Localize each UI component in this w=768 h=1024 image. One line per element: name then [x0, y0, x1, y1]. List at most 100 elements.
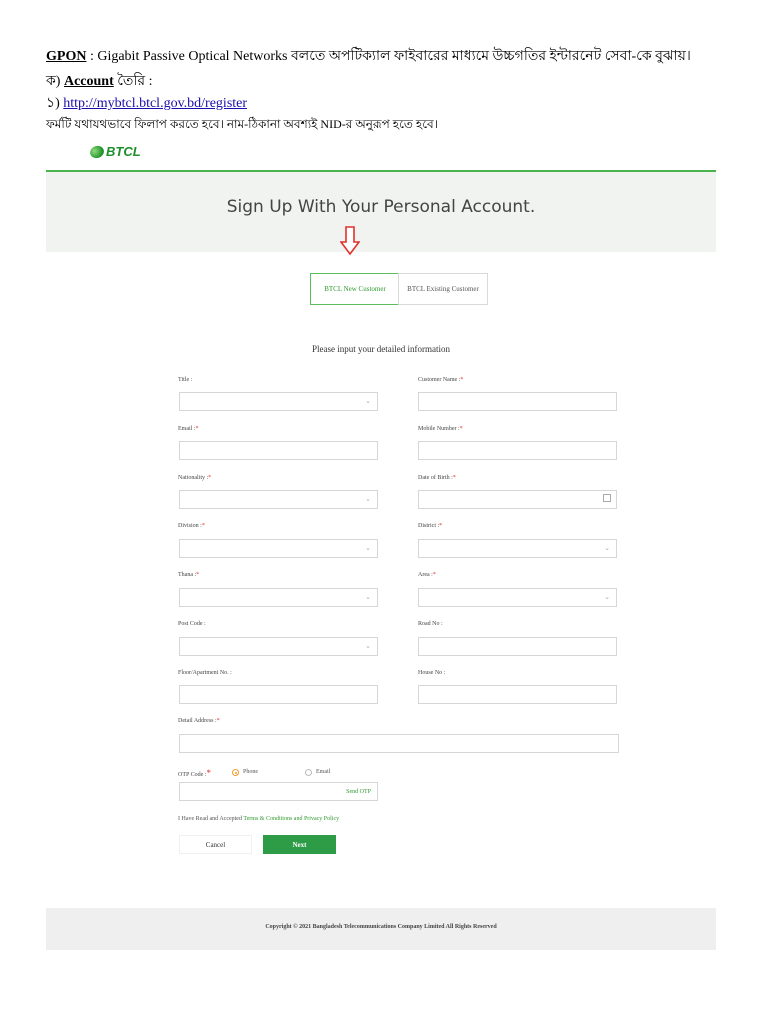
road-no-input[interactable]	[418, 637, 617, 656]
tab-existing-customer[interactable]: BTCL Existing Customer	[398, 273, 488, 305]
road-no-label: Road No :	[418, 621, 443, 627]
chevron-down-icon: ⌄	[604, 544, 610, 552]
send-otp-button[interactable]: Send OTP	[346, 789, 371, 795]
chevron-down-icon: ⌄	[365, 593, 371, 601]
register-link[interactable]: http://mybtcl.btcl.gov.bd/register	[63, 96, 247, 111]
division-label: Division :*	[178, 523, 205, 529]
chevron-down-icon: ⌄	[604, 593, 610, 601]
otp-code-label: OTP Code :*	[178, 768, 211, 778]
otp-code-label-text: OTP Code :	[178, 772, 207, 778]
mobile-label-text: Mobile Number :	[418, 426, 460, 432]
thana-label-text: Thana :	[178, 572, 197, 578]
footer: Copyright © 2021 Bangladesh Telecommunic…	[46, 908, 716, 950]
calendar-icon[interactable]	[603, 494, 611, 502]
floor-label: Floor/Apartment No. :	[178, 670, 232, 676]
thana-select[interactable]: ⌄	[179, 588, 378, 607]
nationality-label: Nationality :*	[178, 475, 211, 481]
terms-text: I Have Read and Accepted Terms & Conditi…	[178, 816, 339, 822]
chevron-down-icon: ⌄	[365, 397, 371, 405]
chevron-down-icon: ⌄	[365, 544, 371, 552]
doc-line-gpon: GPON : Gigabit Passive Optical Networks …	[46, 44, 691, 68]
district-label-text: District :	[418, 523, 440, 529]
gpon-definition: : Gigabit Passive Optical Networks বলতে …	[86, 49, 691, 64]
customer-name-input[interactable]	[418, 392, 617, 411]
logo-globe-icon	[88, 143, 106, 160]
required-mark: *	[195, 426, 199, 432]
doc-line-register-link: ১) http://mybtcl.btcl.gov.bd/register	[46, 91, 247, 115]
otp-email-label: Email	[316, 769, 331, 775]
post-code-label: Post Code :	[178, 621, 206, 627]
signup-page-screenshot: Sign Up With Your Personal Account. BTCL…	[46, 170, 716, 952]
mobile-input[interactable]	[418, 441, 617, 460]
required-mark: *	[432, 572, 436, 578]
nationality-select[interactable]: ⌄	[179, 490, 378, 509]
chevron-down-icon: ⌄	[365, 495, 371, 503]
detail-address-label-text: Detail Address :	[178, 718, 217, 724]
form-subheading: Please input your detailed information	[312, 344, 450, 354]
down-arrow-icon	[340, 226, 360, 256]
floor-input[interactable]	[179, 685, 378, 704]
otp-input[interactable]: Send OTP	[179, 782, 378, 801]
next-button[interactable]: Next	[263, 835, 336, 854]
division-label-text: Division :	[178, 523, 202, 529]
district-label: District :*	[418, 523, 442, 529]
otp-phone-radio[interactable]	[232, 769, 239, 776]
post-code-select[interactable]: ⌄	[179, 637, 378, 656]
copyright-text: Copyright © 2021 Bangladesh Telecommunic…	[265, 924, 497, 930]
btcl-logo: BTCL	[88, 143, 141, 160]
area-select[interactable]: ⌄	[418, 588, 617, 607]
detail-address-input[interactable]	[179, 734, 619, 753]
tab-new-customer[interactable]: BTCL New Customer	[310, 273, 400, 305]
dob-label: Date of Birth :*	[418, 475, 456, 481]
house-no-input[interactable]	[418, 685, 617, 704]
signup-header: Sign Up With Your Personal Account.	[46, 172, 716, 252]
house-no-label: House No :	[418, 670, 445, 676]
division-select[interactable]: ⌄	[179, 539, 378, 558]
email-input[interactable]	[179, 441, 378, 460]
required-mark: *	[452, 475, 456, 481]
required-mark: *	[201, 523, 205, 529]
account-term: Account	[63, 74, 114, 89]
doc-line-account: ক) Account তৈরি :	[46, 69, 153, 93]
chevron-down-icon: ⌄	[365, 642, 371, 650]
area-label-text: Area :	[418, 572, 433, 578]
required-mark: *	[196, 572, 200, 578]
title-label: Title :	[178, 377, 192, 383]
otp-email-radio[interactable]	[305, 769, 312, 776]
dob-input[interactable]	[418, 490, 617, 509]
district-select[interactable]: ⌄	[418, 539, 617, 558]
logo-text: BTCL	[106, 144, 141, 159]
nationality-label-text: Nationality :	[178, 475, 209, 481]
post-code-label-text: Post Code :	[178, 621, 206, 627]
required-mark: *	[216, 718, 220, 724]
doc-line-instruction: ফর্মটি যথাযথভাবে ফিলাপ করতে হবে। নাম-ঠিক…	[46, 117, 439, 131]
road-no-label-text: Road No :	[418, 621, 443, 627]
cancel-button[interactable]: Cancel	[179, 835, 252, 854]
account-prefix: ক)	[46, 74, 64, 89]
terms-prefix: I Have Read and Accepted	[178, 816, 244, 822]
gpon-term: GPON	[46, 49, 87, 64]
house-no-label-text: House No :	[418, 670, 446, 676]
required-mark: *	[459, 426, 463, 432]
signup-title: Sign Up With Your Personal Account.	[226, 197, 536, 217]
required-mark: *	[206, 768, 211, 778]
email-label-text: Email :	[178, 426, 196, 432]
required-mark: *	[208, 475, 212, 481]
required-mark: *	[439, 523, 443, 529]
step-number: ১)	[46, 96, 64, 111]
account-rest: তৈরি :	[113, 74, 153, 89]
title-label-text: Title :	[178, 377, 193, 383]
customer-name-label-text: Customer Name :	[418, 377, 461, 383]
customer-name-label: Customer Name :*	[418, 377, 463, 383]
mobile-label: Mobile Number :*	[418, 426, 463, 432]
required-mark: *	[460, 377, 464, 383]
title-select[interactable]: ⌄	[179, 392, 378, 411]
area-label: Area :*	[418, 572, 436, 578]
email-label: Email :*	[178, 426, 199, 432]
dob-label-text: Date of Birth :	[418, 475, 453, 481]
detail-address-label: Detail Address :*	[178, 718, 220, 724]
terms-link[interactable]: Terms & Conditions and Privacy Policy	[243, 816, 339, 822]
thana-label: Thana :*	[178, 572, 199, 578]
otp-phone-label: Phone	[243, 769, 258, 775]
floor-label-text: Floor/Apartment No. :	[178, 670, 232, 676]
